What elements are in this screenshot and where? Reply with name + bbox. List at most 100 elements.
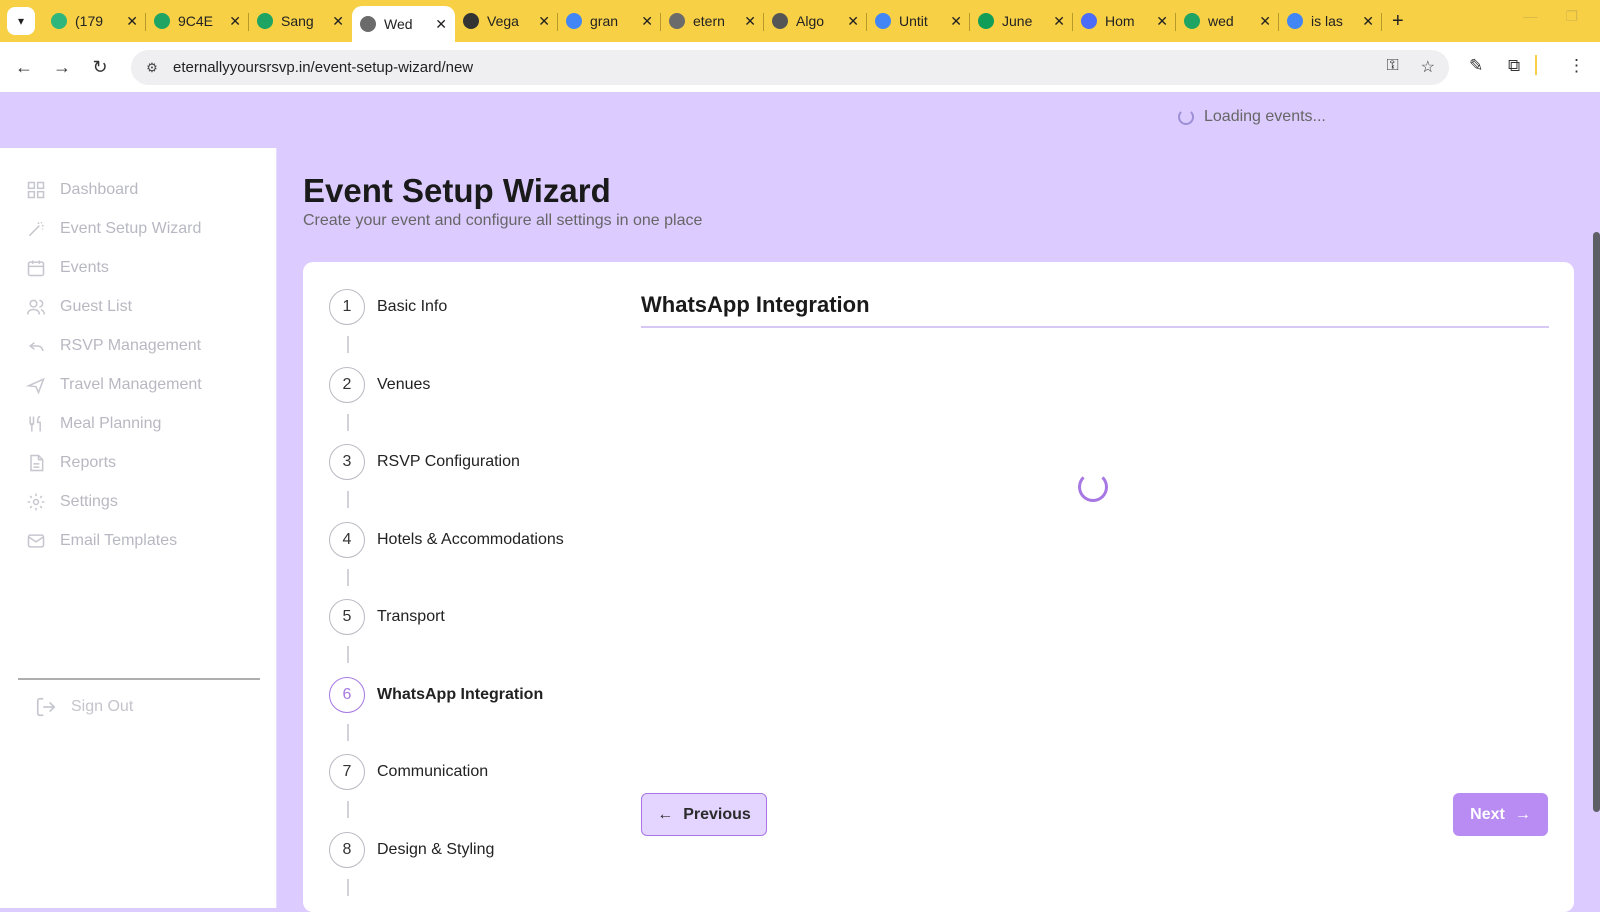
close-tab-icon[interactable]: ✕ [538, 13, 550, 30]
arrow-right-icon: → [1514, 805, 1531, 823]
close-tab-icon[interactable]: ✕ [435, 16, 447, 33]
tab-title: Hom [1105, 13, 1135, 29]
reload-button[interactable]: ↻ [81, 57, 119, 78]
wizard-step[interactable]: 6 WhatsApp Integration [329, 676, 543, 713]
sign-out-button[interactable]: Sign Out [35, 696, 133, 718]
window-controls: — ❐ [1523, 8, 1578, 25]
browser-tab[interactable]: Algo ✕ [764, 5, 867, 37]
bookmark-star-icon[interactable]: ☆ [1421, 57, 1435, 77]
new-tab-button[interactable]: + [1392, 10, 1404, 33]
tab-search-button[interactable]: ▾ [7, 7, 35, 35]
close-tab-icon[interactable]: ✕ [641, 13, 653, 30]
step-connector [347, 723, 349, 741]
browser-tab[interactable]: wed ✕ [1176, 5, 1279, 37]
sidebar-item-rsvp-management[interactable]: RSVP Management [0, 326, 276, 365]
sidebar-item-label: Reports [60, 453, 117, 471]
extension-feather-icon[interactable]: ✎ [1469, 56, 1483, 76]
calendar-icon [26, 258, 46, 278]
google-icon [566, 13, 582, 29]
close-tab-icon[interactable]: ✕ [1362, 13, 1374, 30]
wizard-step[interactable]: 5 Transport [329, 599, 445, 635]
sidebar-item-event-setup-wizard[interactable]: Event Setup Wizard [0, 209, 276, 248]
close-tab-icon[interactable]: ✕ [1156, 13, 1168, 30]
browser-tab-strip: ▾ (179 ✕ 9C4E ✕ Sang ✕ Wed ✕ Vega ✕ gran ✕ etern ✕ Alg… [0, 0, 1600, 42]
sidebar-nav: Dashboard Event Setup Wizard Events Guest L… [0, 170, 276, 560]
wizard-step[interactable]: 2 Venues [329, 366, 430, 403]
step-connector [347, 413, 349, 431]
arrow-left-icon: ← [657, 805, 674, 823]
tab-title: Algo [796, 13, 825, 29]
extensions-puzzle-icon[interactable]: ⧉ [1508, 56, 1520, 76]
plane-icon [26, 375, 46, 395]
sidebar-item-guest-list[interactable]: Guest List [0, 287, 276, 326]
close-tab-icon[interactable]: ✕ [847, 13, 859, 30]
restore-icon[interactable]: ❐ [1565, 8, 1578, 25]
gear-icon [26, 492, 46, 512]
sidebar-item-travel-management[interactable]: Travel Management [0, 365, 276, 404]
tab-title: is las [1311, 13, 1343, 29]
globe-icon [360, 16, 376, 32]
close-tab-icon[interactable]: ✕ [332, 13, 344, 30]
wizard-step[interactable]: 4 Hotels & Accommodations [329, 521, 564, 558]
forward-button[interactable]: → [43, 57, 81, 78]
browser-tab[interactable]: is las ✕ [1279, 5, 1382, 37]
close-tab-icon[interactable]: ✕ [950, 13, 962, 30]
step-label: Hotels & Accommodations [377, 530, 564, 548]
globe-icon [669, 13, 685, 29]
page-scrollbar[interactable] [1593, 232, 1600, 812]
browser-tab[interactable]: Untit ✕ [867, 5, 970, 37]
browser-tab[interactable]: etern ✕ [661, 5, 764, 37]
step-label: Basic Info [377, 298, 448, 315]
tab-separator [1381, 13, 1382, 31]
chrome-icon [1081, 13, 1097, 29]
step-connector [347, 491, 349, 508]
wizard-step[interactable]: 3 RSVP Configuration [329, 444, 520, 480]
wizard-step[interactable]: 7 Communication [329, 754, 488, 790]
browser-menu-icon[interactable]: ⋮ [1568, 56, 1585, 76]
key-icon[interactable]: ⚿ [1386, 57, 1398, 77]
browser-tab[interactable]: Sang ✕ [249, 5, 352, 37]
sidebar-item-meal-planning[interactable]: Meal Planning [0, 404, 276, 443]
browser-tab[interactable]: 9C4E ✕ [146, 5, 249, 37]
step-label: Communication [377, 763, 489, 780]
close-tab-icon[interactable]: ✕ [126, 13, 138, 30]
sidebar-divider [18, 678, 260, 680]
sidebar-item-events[interactable]: Events [0, 248, 276, 287]
previous-button[interactable]: ← Previous [641, 793, 767, 836]
wizard-step[interactable]: 8 Design & Styling [329, 831, 494, 868]
drive-icon [257, 13, 273, 29]
sidebar-item-reports[interactable]: Reports [0, 443, 276, 482]
step-number: 3 [329, 444, 365, 480]
docs-icon [875, 13, 891, 29]
close-tab-icon[interactable]: ✕ [1053, 13, 1065, 30]
browser-tab[interactable]: (179 ✕ [43, 5, 146, 37]
wizard-step[interactable]: 1 Basic Info [329, 289, 447, 325]
mail-icon [26, 531, 46, 551]
sidebar-item-settings[interactable]: Settings [0, 482, 276, 521]
browser-tab[interactable]: June ✕ [970, 5, 1073, 37]
browser-tab[interactable]: Hom ✕ [1073, 5, 1176, 37]
section-divider [641, 326, 1549, 328]
sidebar-item-dashboard[interactable]: Dashboard [0, 170, 276, 209]
next-button[interactable]: Next → [1453, 793, 1548, 836]
tab-title: etern [693, 13, 725, 29]
browser-tab[interactable]: gran ✕ [558, 5, 661, 37]
tab-title: (179 [75, 13, 104, 29]
back-button[interactable]: ← [5, 57, 43, 78]
close-tab-icon[interactable]: ✕ [229, 13, 241, 30]
minimize-icon[interactable]: — [1523, 8, 1537, 25]
close-tab-icon[interactable]: ✕ [1259, 13, 1271, 30]
sidebar-item-label: Dashboard [60, 180, 139, 198]
loading-spinner-icon [1178, 109, 1194, 125]
browser-toolbar: ← → ↻ ⚙ eternallyyoursrsvp.in/event-setu… [0, 42, 1600, 92]
sidebar-item-label: RSVP Management [60, 336, 202, 354]
step-connector [347, 646, 349, 663]
close-tab-icon[interactable]: ✕ [744, 13, 756, 30]
address-bar[interactable]: ⚙ eternallyyoursrsvp.in/event-setup-wiza… [131, 50, 1449, 85]
browser-tab[interactable]: Wed ✕ [352, 6, 455, 42]
browser-tab[interactable]: Vega ✕ [455, 5, 558, 37]
sidebar-item-email-templates[interactable]: Email Templates [0, 521, 276, 560]
site-settings-icon[interactable]: ⚙ [141, 57, 163, 79]
utensils-icon [26, 414, 46, 434]
loading-text: Loading events... [1204, 108, 1326, 125]
